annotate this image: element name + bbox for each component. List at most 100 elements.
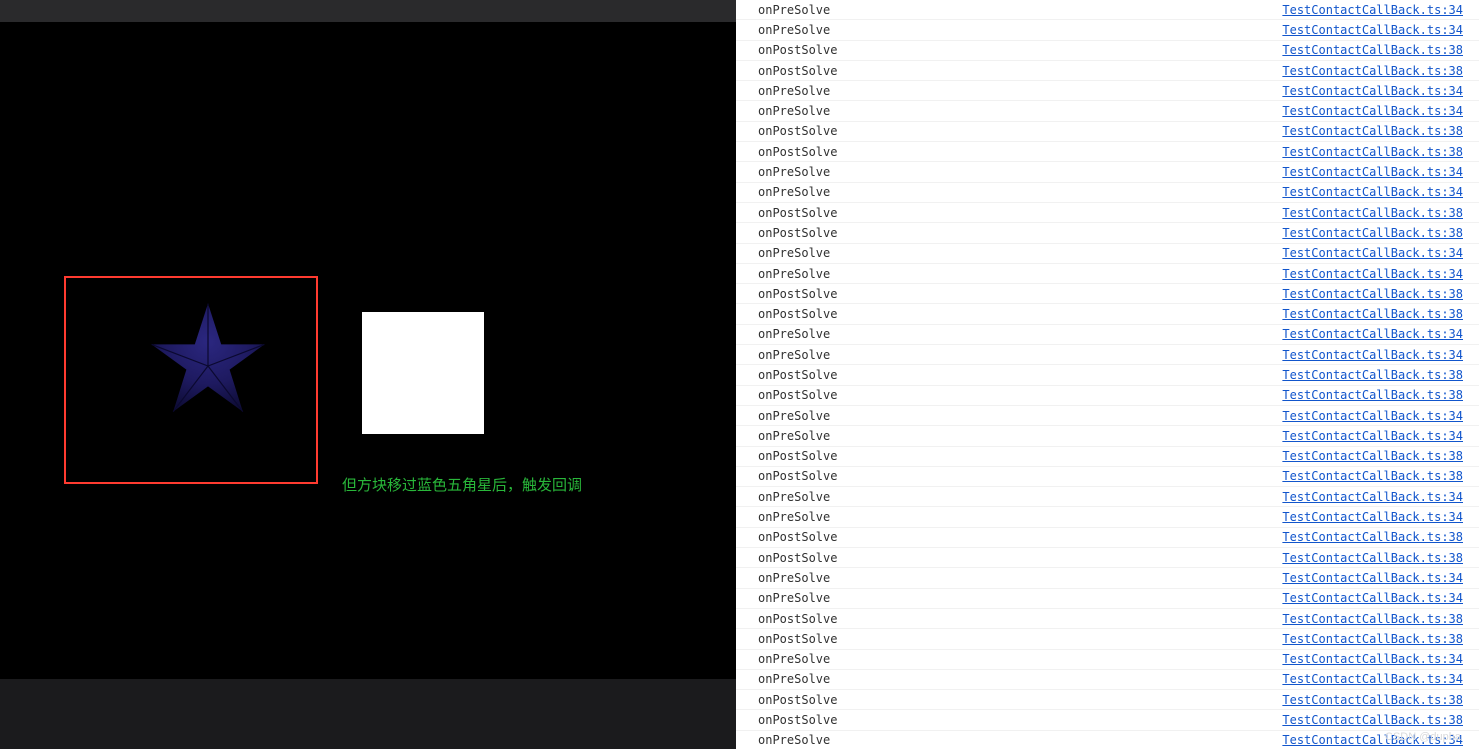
log-row: onPostSolveTestContactCallBack.ts:38 <box>736 61 1479 81</box>
log-source-link[interactable]: TestContactCallBack.ts:34 <box>1282 246 1463 260</box>
log-row: onPostSolve TestContactCallBack.ts:38 <box>736 690 1479 710</box>
log-row: onPostSolve TestContactCallBack.ts:38 <box>736 710 1479 730</box>
white-square-sprite[interactable] <box>362 312 484 434</box>
log-row: onPreSolveTestContactCallBack.ts:34 <box>736 162 1479 182</box>
console-panel[interactable]: onPreSolve TestContactCallBack.ts:34 onPre… <box>736 0 1479 749</box>
log-row: onPreSolve TestContactCallBack.ts:34 <box>736 81 1479 101</box>
log-message: onPostSolve <box>758 530 837 544</box>
log-row: onPostSolve TestContactCallBack.ts:38 <box>736 223 1479 243</box>
log-row: onPostSolveTestContactCallBack.ts:38 <box>736 365 1479 385</box>
log-message: onPreSolve <box>758 672 830 686</box>
log-source-link[interactable]: TestContactCallBack.ts:34 <box>1282 672 1463 686</box>
log-message: onPreSolve <box>758 3 830 17</box>
log-source-link[interactable]: TestContactCallBack.ts:34 <box>1282 490 1463 504</box>
log-source-link[interactable]: TestContactCallBack.ts:34 <box>1282 510 1463 524</box>
log-row: onPreSolveTestContactCallBack.ts:34 <box>736 487 1479 507</box>
log-source-link[interactable]: TestContactCallBack.ts:38 <box>1282 530 1463 544</box>
log-message: onPostSolve <box>758 632 837 646</box>
log-source-link[interactable]: TestContactCallBack.ts:34 <box>1282 3 1463 17</box>
log-row: onPostSolve TestContactCallBack.ts:38 <box>736 528 1479 548</box>
log-message: onPostSolve <box>758 551 837 565</box>
log-row: onPreSolve TestContactCallBack.ts:34 <box>736 183 1479 203</box>
log-message: onPreSolve <box>758 510 830 524</box>
log-source-link[interactable]: TestContactCallBack.ts:34 <box>1282 652 1463 666</box>
log-source-link[interactable]: TestContactCallBack.ts:38 <box>1282 368 1463 382</box>
log-source-link[interactable]: TestContactCallBack.ts:38 <box>1282 206 1463 220</box>
star-icon <box>148 300 268 420</box>
log-row: onPostSolveTestContactCallBack.ts:38 <box>736 284 1479 304</box>
log-row: onPreSolve TestContactCallBack.ts:34 <box>736 670 1479 690</box>
log-message: onPreSolve <box>758 23 830 37</box>
log-message: onPostSolve <box>758 693 837 707</box>
log-source-link[interactable]: TestContactCallBack.ts:34 <box>1282 571 1463 585</box>
log-row: onPostSolve TestContactCallBack.ts:38 <box>736 548 1479 568</box>
log-source-link[interactable]: TestContactCallBack.ts:38 <box>1282 612 1463 626</box>
log-source-link[interactable]: TestContactCallBack.ts:38 <box>1282 64 1463 78</box>
log-source-link[interactable]: TestContactCallBack.ts:34 <box>1282 104 1463 118</box>
log-message: onPreSolve <box>758 84 830 98</box>
log-row: onPostSolve TestContactCallBack.ts:38 <box>736 609 1479 629</box>
log-source-link[interactable]: TestContactCallBack.ts:34 <box>1282 409 1463 423</box>
log-source-link[interactable]: TestContactCallBack.ts:34 <box>1282 23 1463 37</box>
log-row: onPostSolveTestContactCallBack.ts:38 <box>736 304 1479 324</box>
log-source-link[interactable]: TestContactCallBack.ts:38 <box>1282 632 1463 646</box>
log-message: onPreSolve <box>758 429 830 443</box>
log-message: onPostSolve <box>758 388 837 402</box>
log-source-link[interactable]: TestContactCallBack.ts:38 <box>1282 693 1463 707</box>
log-message: onPreSolve <box>758 571 830 585</box>
log-row: onPostSolve TestContactCallBack.ts:38 <box>736 467 1479 487</box>
log-message: onPreSolve <box>758 409 830 423</box>
log-source-link[interactable]: TestContactCallBack.ts:38 <box>1282 469 1463 483</box>
log-source-link[interactable]: TestContactCallBack.ts:34 <box>1282 348 1463 362</box>
log-row: onPreSolve TestContactCallBack.ts:34 <box>736 244 1479 264</box>
log-source-link[interactable]: TestContactCallBack.ts:34 <box>1282 267 1463 281</box>
log-row: onPreSolve TestContactCallBack.ts:34 <box>736 345 1479 365</box>
log-message: onPreSolve <box>758 246 830 260</box>
log-message: onPostSolve <box>758 612 837 626</box>
log-message: onPostSolve <box>758 469 837 483</box>
annotation-text: 但方块移过蓝色五角星后，触发回调 <box>342 474 582 495</box>
log-row: onPreSolve TestContactCallBack.ts:34 <box>736 426 1479 446</box>
log-source-link[interactable]: TestContactCallBack.ts:34 <box>1282 185 1463 199</box>
log-message: onPostSolve <box>758 449 837 463</box>
log-source-link[interactable]: TestContactCallBack.ts:38 <box>1282 287 1463 301</box>
log-message: onPreSolve <box>758 267 830 281</box>
log-message: onPostSolve <box>758 226 837 240</box>
log-source-link[interactable]: TestContactCallBack.ts:34 <box>1282 327 1463 341</box>
log-message: onPostSolve <box>758 206 837 220</box>
log-row: onPostSolve TestContactCallBack.ts:38 <box>736 629 1479 649</box>
log-source-link[interactable]: TestContactCallBack.ts:34 <box>1282 591 1463 605</box>
log-source-link[interactable]: TestContactCallBack.ts:38 <box>1282 226 1463 240</box>
log-row: onPostSolve TestContactCallBack.ts:38 <box>736 386 1479 406</box>
log-row: onPostSolve TestContactCallBack.ts:38 <box>736 447 1479 467</box>
log-row: onPreSolve TestContactCallBack.ts:34 <box>736 264 1479 284</box>
log-source-link[interactable]: TestContactCallBack.ts:38 <box>1282 145 1463 159</box>
log-source-link[interactable]: TestContactCallBack.ts:34 <box>1282 165 1463 179</box>
log-source-link[interactable]: TestContactCallBack.ts:34 <box>1282 733 1463 747</box>
log-source-link[interactable]: TestContactCallBack.ts:38 <box>1282 388 1463 402</box>
log-row: onPreSolve TestContactCallBack.ts:34 <box>736 325 1479 345</box>
blue-star-sprite[interactable] <box>148 300 268 420</box>
log-source-link[interactable]: TestContactCallBack.ts:38 <box>1282 551 1463 565</box>
log-row: onPreSolve TestContactCallBack.ts:34 <box>736 406 1479 426</box>
log-message: onPreSolve <box>758 348 830 362</box>
log-source-link[interactable]: TestContactCallBack.ts:38 <box>1282 124 1463 138</box>
game-bottom-bar <box>0 679 736 749</box>
log-source-link[interactable]: TestContactCallBack.ts:38 <box>1282 307 1463 321</box>
game-preview-panel: 但方块移过蓝色五角星后，触发回调 <box>0 0 736 749</box>
log-source-link[interactable]: TestContactCallBack.ts:34 <box>1282 429 1463 443</box>
log-source-link[interactable]: TestContactCallBack.ts:38 <box>1282 449 1463 463</box>
log-row: onPreSolve TestContactCallBack.ts:34 <box>736 0 1479 20</box>
log-message: onPostSolve <box>758 124 837 138</box>
log-source-link[interactable]: TestContactCallBack.ts:38 <box>1282 43 1463 57</box>
log-message: onPreSolve <box>758 327 830 341</box>
log-source-link[interactable]: TestContactCallBack.ts:38 <box>1282 713 1463 727</box>
log-list: onPreSolve TestContactCallBack.ts:34 onPre… <box>736 0 1479 749</box>
game-canvas[interactable]: 但方块移过蓝色五角星后，触发回调 <box>0 22 736 679</box>
log-source-link[interactable]: TestContactCallBack.ts:34 <box>1282 84 1463 98</box>
log-message: onPreSolve <box>758 185 830 199</box>
log-message: onPreSolve <box>758 733 830 747</box>
log-row: onPreSolveTestContactCallBack.ts:34 <box>736 589 1479 609</box>
log-row: onPreSolve TestContactCallBack.ts:34 <box>736 20 1479 40</box>
log-message: onPostSolve <box>758 713 837 727</box>
